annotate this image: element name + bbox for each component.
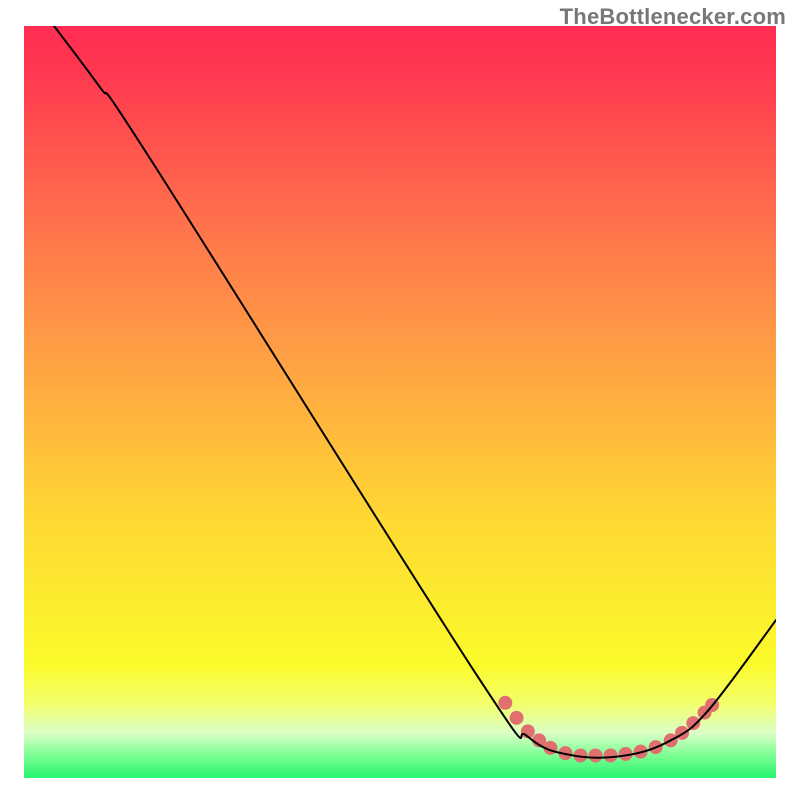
attribution-text: TheBottlenecker.com: [560, 4, 786, 30]
marker-dot: [589, 748, 603, 762]
marker-dot: [604, 748, 618, 762]
plot-area: [24, 26, 776, 778]
chart-svg: [24, 26, 776, 778]
chart-container: TheBottlenecker.com: [0, 0, 800, 800]
marker-dot: [498, 696, 512, 710]
marker-dot: [510, 711, 524, 725]
markers-group: [498, 696, 719, 763]
curve-line: [54, 26, 776, 758]
marker-dot: [686, 716, 700, 730]
